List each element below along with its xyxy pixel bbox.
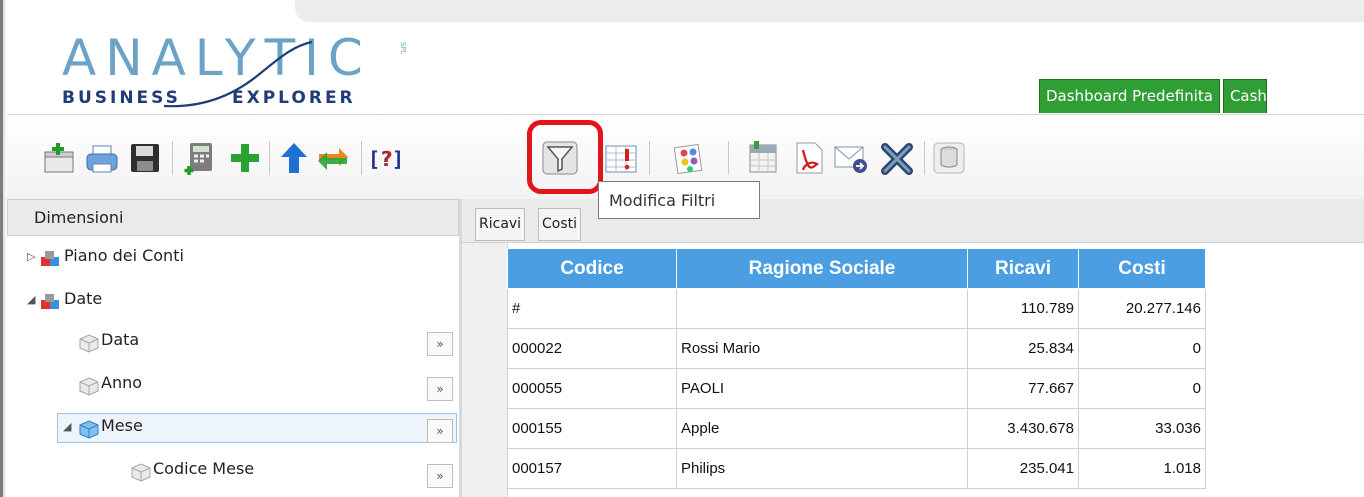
calculator-icon[interactable] <box>181 140 219 176</box>
toolbar-separator <box>728 141 729 175</box>
address-bar-edge <box>295 0 1364 22</box>
cell-ricavi: 235.041 <box>967 448 1079 489</box>
tree-node-codice-mese[interactable]: Codice Mese » <box>7 457 457 488</box>
level-cube-icon <box>79 420 99 439</box>
calendar-icon[interactable] <box>744 140 782 176</box>
cell-codice: 000055 <box>507 368 677 409</box>
table-row[interactable]: # 110.789 20.277.146 <box>507 288 1206 329</box>
grid-header-row: Codice Ragione Sociale Ricavi Costi <box>507 248 1206 289</box>
cell-ragione-sociale: Rossi Mario <box>676 328 968 369</box>
table-row[interactable]: 000155 Apple 3.430.678 33.036 <box>507 408 1206 449</box>
grid-row-header <box>462 243 508 497</box>
cell-ragione-sociale: Philips <box>676 448 968 489</box>
level-cube-icon <box>131 463 151 482</box>
column-header-ragione-sociale[interactable]: Ragione Sociale <box>676 248 968 289</box>
tree-node-label: Date <box>64 289 103 308</box>
pdf-icon[interactable] <box>790 140 828 176</box>
chart-palette-icon[interactable] <box>671 140 709 176</box>
expand-level-button[interactable]: » <box>427 464 453 488</box>
app-logo: ANALYTIC BUSINESS EXPLORER SPL <box>62 30 422 108</box>
swap-icon[interactable] <box>314 140 352 176</box>
filter-button-highlight <box>527 120 603 194</box>
cell-ricavi: 110.789 <box>967 288 1079 329</box>
toolbar-separator <box>269 141 270 175</box>
database-icon[interactable] <box>930 140 968 176</box>
tree-node-label: Mese <box>101 416 143 435</box>
cell-ricavi: 77.667 <box>967 368 1079 409</box>
collapse-caret-icon[interactable]: ◢ <box>27 293 35 306</box>
cell-ragione-sociale <box>676 288 968 329</box>
cell-ragione-sociale: PAOLI <box>676 368 968 409</box>
add-icon[interactable] <box>226 140 264 176</box>
cell-ricavi: 3.430.678 <box>967 408 1079 449</box>
toolbar-separator <box>361 141 362 175</box>
tree-node-label: Codice Mese <box>153 459 255 478</box>
expand-level-button[interactable]: » <box>427 332 453 356</box>
tree-node-anno[interactable]: Anno » <box>7 371 457 401</box>
table-row[interactable]: 000055 PAOLI 77.667 0 <box>507 368 1206 409</box>
tree-node-label: Data <box>101 330 140 349</box>
table-row[interactable]: 000022 Rossi Mario 25.834 0 <box>507 328 1206 369</box>
column-header-ricavi[interactable]: Ricavi <box>967 248 1079 289</box>
expand-level-button[interactable]: » <box>427 377 453 401</box>
cell-codice: 000022 <box>507 328 677 369</box>
move-up-icon[interactable] <box>275 140 313 176</box>
toolbar-separator <box>924 141 925 175</box>
dashboard-tabs: Dashboard Predefinita Cash <box>1039 79 1267 114</box>
new-icon[interactable] <box>40 140 78 176</box>
cell-costi: 0 <box>1078 368 1206 409</box>
pivot-grid: Codice Ragione Sociale Ricavi Costi # 11… <box>507 248 1206 489</box>
toolbar-separator <box>172 141 173 175</box>
cell-costi: 0 <box>1078 328 1206 369</box>
logo-badge: SPL <box>399 42 407 55</box>
measure-button-costi[interactable]: Costi <box>538 208 582 241</box>
expand-caret-icon[interactable]: ▷ <box>27 250 35 263</box>
logo-word-explorer: EXPLORER <box>232 88 356 108</box>
logo-word-business: BUSINESS <box>62 88 181 108</box>
toolbar-separator <box>649 141 650 175</box>
cell-codice: # <box>507 288 677 329</box>
dimension-cube-icon <box>41 294 59 309</box>
dimensions-tree: ▷ Piano dei Conti ◢ Date Data » Anno » ◢… <box>7 236 459 497</box>
svg-text:?: ? <box>381 147 393 171</box>
tree-node-label: Anno <box>101 373 143 392</box>
column-header-costi[interactable]: Costi <box>1078 248 1206 289</box>
save-icon[interactable] <box>126 140 164 176</box>
cell-costi: 1.018 <box>1078 448 1206 489</box>
tab-dashboard-predefinita[interactable]: Dashboard Predefinita <box>1039 79 1220 113</box>
cell-costi: 33.036 <box>1078 408 1206 449</box>
expand-level-button[interactable]: » <box>427 419 453 443</box>
dimensions-panel-title: Dimensioni <box>7 199 459 236</box>
measure-button-ricavi[interactable]: Ricavi <box>475 208 526 241</box>
column-header-codice[interactable]: Codice <box>507 248 677 289</box>
tree-node-mese[interactable]: ◢ Mese » <box>7 414 457 444</box>
cell-ragione-sociale: Apple <box>676 408 968 449</box>
app-header: ANALYTIC BUSINESS EXPLORER SPL Dashboard… <box>7 22 1364 114</box>
table-alert-icon[interactable] <box>602 140 640 176</box>
email-icon[interactable] <box>832 140 870 176</box>
collapse-caret-icon[interactable]: ◢ <box>63 420 71 433</box>
tree-node-data[interactable]: Data » <box>7 328 457 358</box>
query-icon[interactable]: [?]? <box>367 140 405 176</box>
table-row[interactable]: 000157 Philips 235.041 1.018 <box>507 448 1206 489</box>
cell-costi: 20.277.146 <box>1078 288 1206 329</box>
tree-node-piano-dei-conti[interactable]: ▷ Piano dei Conti <box>7 244 457 274</box>
cell-codice: 000157 <box>507 448 677 489</box>
filter-tooltip: Modifica Filtri <box>598 181 760 219</box>
dimension-cube-icon <box>41 251 59 266</box>
print-icon[interactable] <box>83 140 121 176</box>
tree-node-date[interactable]: ◢ Date <box>7 287 457 317</box>
cell-ricavi: 25.834 <box>967 328 1079 369</box>
window-left-edge <box>0 0 7 497</box>
cell-codice: 000155 <box>507 408 677 449</box>
level-cube-icon <box>79 334 99 353</box>
delete-icon[interactable] <box>878 140 916 176</box>
tree-node-label: Piano dei Conti <box>64 246 184 265</box>
tab-cash[interactable]: Cash <box>1222 79 1267 113</box>
level-cube-icon <box>79 377 99 396</box>
